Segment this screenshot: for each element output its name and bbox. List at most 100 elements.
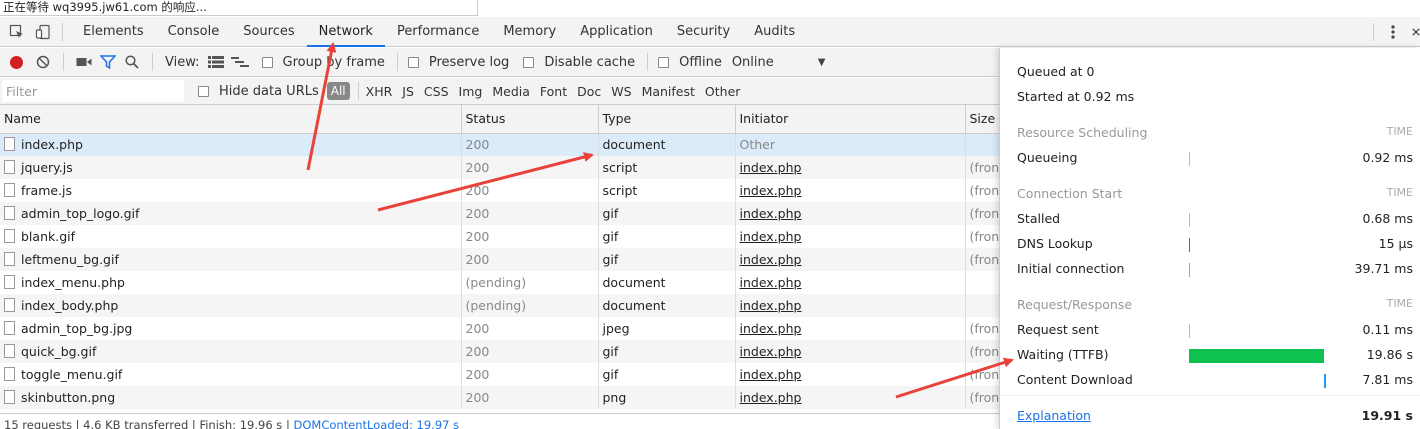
- tab-application[interactable]: Application: [568, 17, 665, 47]
- request-initiator[interactable]: index.php: [735, 156, 966, 179]
- tab-console[interactable]: Console: [156, 17, 232, 47]
- filter-type-css[interactable]: CSS: [424, 84, 449, 99]
- request-type: script: [598, 156, 736, 179]
- column-header-size[interactable]: Size: [965, 105, 1001, 134]
- large-rows-icon[interactable]: [204, 51, 228, 73]
- file-icon: [4, 183, 15, 197]
- request-size-text: (fron: [969, 252, 1000, 267]
- tab-memory[interactable]: Memory: [491, 17, 568, 47]
- table-row[interactable]: index_body.php (pending) document index.php: [0, 294, 1001, 317]
- filter-input[interactable]: [2, 80, 184, 102]
- preserve-log-checkbox[interactable]: [407, 56, 419, 68]
- request-initiator[interactable]: index.php: [735, 225, 966, 248]
- column-header-name[interactable]: Name: [0, 105, 462, 134]
- search-icon[interactable]: [120, 51, 144, 73]
- request-initiator[interactable]: index.php: [735, 179, 966, 202]
- table-row[interactable]: toggle_menu.gif 200 gif index.php (fron: [0, 363, 1001, 386]
- request-size: (fron: [965, 317, 1001, 340]
- column-header-type[interactable]: Type: [598, 105, 736, 134]
- table-row[interactable]: index.php 200 document Other: [0, 133, 1001, 156]
- request-status: 200: [461, 133, 599, 156]
- timing-row-waiting-ttfb: Waiting (TTFB) 19.86 s: [1017, 347, 1413, 365]
- table-row[interactable]: quick_bg.gif 200 gif index.php (fron: [0, 340, 1001, 363]
- filter-type-doc[interactable]: Doc: [577, 84, 601, 99]
- request-name: index.php: [0, 133, 462, 156]
- tab-sources[interactable]: Sources: [231, 17, 306, 47]
- more-options-icon[interactable]: [1382, 21, 1404, 43]
- timing-label: Request sent: [1017, 322, 1099, 337]
- request-type: gif: [598, 363, 736, 386]
- table-row[interactable]: skinbutton.png 200 png index.php (fron: [0, 386, 1001, 409]
- filter-type-js[interactable]: JS: [402, 84, 414, 99]
- overview-waterfall-icon[interactable]: [228, 51, 252, 73]
- tab-network[interactable]: Network: [306, 17, 385, 47]
- tab-security[interactable]: Security: [665, 17, 742, 47]
- filter-type-all[interactable]: All: [326, 82, 350, 100]
- request-initiator[interactable]: index.php: [735, 386, 966, 409]
- filter-icon[interactable]: [96, 51, 120, 73]
- tab-elements[interactable]: Elements: [71, 17, 156, 47]
- request-size: (fron: [965, 386, 1001, 409]
- table-row[interactable]: index_menu.php (pending) document index.php: [0, 271, 1001, 294]
- timing-row-stalled: Stalled 0.68 ms: [1017, 211, 1413, 229]
- offline-checkbox[interactable]: [658, 56, 670, 68]
- file-icon: [4, 252, 15, 266]
- timing-row-queueing: Queueing 0.92 ms: [1017, 150, 1413, 168]
- hide-data-urls-checkbox[interactable]: [198, 85, 209, 97]
- request-name-text: quick_bg.gif: [21, 344, 97, 359]
- device-toolbar-icon[interactable]: [32, 21, 54, 43]
- divider: [62, 22, 63, 41]
- table-row[interactable]: admin_top_bg.jpg 200 jpeg index.php (fron: [0, 317, 1001, 340]
- divider: [152, 53, 153, 71]
- table-row[interactable]: leftmenu_bg.gif 200 gif index.php (fron: [0, 248, 1001, 271]
- table-row[interactable]: frame.js 200 script index.php (fron: [0, 179, 1001, 202]
- started-at-text: Started at 0.92 ms: [1017, 89, 1135, 104]
- capture-screenshots-icon[interactable]: [72, 51, 96, 73]
- request-status-text: 200: [465, 183, 490, 198]
- filter-type-font[interactable]: Font: [540, 84, 567, 99]
- disable-cache-checkbox[interactable]: [523, 56, 535, 68]
- request-size: [965, 271, 1001, 294]
- inspect-element-icon[interactable]: [6, 21, 28, 43]
- request-initiator[interactable]: index.php: [735, 271, 966, 294]
- request-name: jquery.js: [0, 156, 462, 179]
- tab-performance[interactable]: Performance: [385, 17, 491, 47]
- file-icon: [4, 298, 15, 312]
- request-initiator[interactable]: index.php: [735, 340, 966, 363]
- close-icon[interactable]: [1412, 21, 1420, 43]
- request-initiator[interactable]: index.php: [735, 317, 966, 340]
- group-by-frame-label: Group by frame: [282, 54, 385, 70]
- table-row[interactable]: blank.gif 200 gif index.php (fron: [0, 225, 1001, 248]
- chevron-down-icon[interactable]: ▼: [818, 57, 826, 68]
- request-initiator[interactable]: index.php: [735, 294, 966, 317]
- filter-type-img[interactable]: Img: [459, 84, 483, 99]
- request-size: (fron: [965, 225, 1001, 248]
- throttling-select[interactable]: Online: [732, 55, 774, 70]
- filter-type-xhr[interactable]: XHR: [366, 84, 393, 99]
- filter-type-ws[interactable]: WS: [611, 84, 631, 99]
- section-header-resource-scheduling: Resource Scheduling TIME: [1017, 125, 1413, 143]
- filter-type-other[interactable]: Other: [705, 84, 741, 99]
- request-initiator[interactable]: index.php: [735, 363, 966, 386]
- connection-bar: [1189, 263, 1190, 277]
- record-button[interactable]: [10, 55, 23, 69]
- clear-icon[interactable]: [31, 51, 55, 73]
- group-by-frame-checkbox[interactable]: [261, 56, 273, 68]
- divider: [396, 53, 398, 71]
- column-header-initiator[interactable]: Initiator: [735, 105, 966, 134]
- request-size: [965, 294, 1001, 317]
- request-initiator[interactable]: index.php: [735, 248, 966, 271]
- view-label: View:: [165, 54, 200, 70]
- explanation-link[interactable]: Explanation: [1017, 408, 1091, 423]
- request-initiator[interactable]: index.php: [735, 202, 966, 225]
- filter-type-manifest[interactable]: Manifest: [642, 84, 695, 99]
- column-header-status[interactable]: Status: [461, 105, 599, 134]
- timing-label: Queueing: [1017, 150, 1078, 165]
- request-initiator-text: index.php: [739, 252, 802, 267]
- divider: [63, 53, 64, 71]
- filter-type-media[interactable]: Media: [492, 84, 530, 99]
- tab-audits[interactable]: Audits: [742, 17, 807, 47]
- request-name-text: admin_top_bg.jpg: [21, 321, 133, 336]
- table-row[interactable]: admin_top_logo.gif 200 gif index.php (fron: [0, 202, 1001, 225]
- table-row[interactable]: jquery.js 200 script index.php (fron: [0, 156, 1001, 179]
